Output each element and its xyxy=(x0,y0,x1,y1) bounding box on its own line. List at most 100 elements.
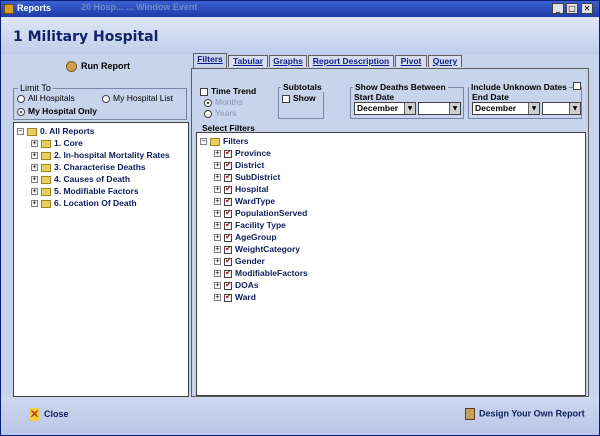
start-month-select[interactable]: December ▼ xyxy=(354,102,416,115)
expand-icon[interactable]: + xyxy=(214,162,221,170)
design-icon xyxy=(465,408,475,420)
radio-my-hospital-list[interactable]: My Hospital List xyxy=(102,93,173,103)
tree-root[interactable]: − 0. All Reports xyxy=(17,126,94,136)
minimize-button[interactable]: _ xyxy=(552,3,564,14)
expand-icon[interactable]: + xyxy=(31,200,38,208)
tab-report-description[interactable]: Report Description xyxy=(308,55,394,67)
filter-item[interactable]: + WardType xyxy=(214,196,275,206)
start-year-select[interactable]: ▼ xyxy=(418,102,461,115)
checked-checkbox-icon[interactable] xyxy=(224,208,232,218)
filter-item[interactable]: + WeightCategory xyxy=(214,244,300,254)
checked-checkbox-icon[interactable] xyxy=(224,196,232,206)
end-month-select[interactable]: December ▼ xyxy=(472,102,540,115)
collapse-icon[interactable]: − xyxy=(17,128,24,136)
filter-item[interactable]: + Province xyxy=(214,148,271,158)
filter-item[interactable]: + ModifiableFactors xyxy=(214,268,308,278)
limit-to-group: Limit To All Hospitals My Hospital List … xyxy=(13,83,187,120)
filter-item[interactable]: + SubDistrict xyxy=(214,172,280,182)
tree-item[interactable]: +4. Causes of Death xyxy=(31,174,130,184)
filter-item[interactable]: + PopulationServed xyxy=(214,208,307,218)
show-subtotals-checkbox[interactable]: Show xyxy=(282,93,316,103)
close-window-button[interactable]: ✕ xyxy=(581,3,593,14)
design-your-own-report-button[interactable]: Design Your Own Report xyxy=(465,408,585,420)
dropdown-arrow-icon[interactable]: ▼ xyxy=(528,103,539,114)
filter-item-label: WeightCategory xyxy=(235,244,301,254)
checked-checkbox-icon[interactable] xyxy=(224,184,232,194)
filter-item-label: Ward xyxy=(235,292,256,302)
expand-icon[interactable]: + xyxy=(31,140,38,148)
filter-item-label: PopulationServed xyxy=(235,208,308,218)
expand-icon[interactable]: + xyxy=(214,150,221,158)
tree-item[interactable]: +3. Characterise Deaths xyxy=(31,162,146,172)
radio-months[interactable]: Months xyxy=(204,97,243,107)
expand-icon[interactable]: + xyxy=(214,210,221,218)
maximize-button[interactable]: □ xyxy=(566,3,578,14)
tree-item[interactable]: +6. Location Of Death xyxy=(31,198,137,208)
end-year-select[interactable]: ▼ xyxy=(542,102,581,115)
folder-icon xyxy=(41,175,51,184)
collapse-icon[interactable]: − xyxy=(200,138,207,146)
tree-item[interactable]: +1. Core xyxy=(31,138,83,148)
title-bar[interactable]: Reports 20 Hosp... ... Window Event _ □ … xyxy=(1,1,599,17)
subtotals-label: Subtotals xyxy=(281,82,324,92)
expand-icon[interactable]: + xyxy=(214,246,221,254)
checked-checkbox-icon[interactable] xyxy=(224,292,232,302)
filter-tree-root[interactable]: − Filters xyxy=(200,136,249,146)
expand-icon[interactable]: + xyxy=(31,176,38,184)
checked-checkbox-icon[interactable] xyxy=(224,268,232,278)
dropdown-arrow-icon[interactable]: ▼ xyxy=(449,103,460,114)
expand-icon[interactable]: + xyxy=(214,222,221,230)
tab-pivot[interactable]: Pivot xyxy=(395,55,427,67)
checked-checkbox-icon[interactable] xyxy=(224,244,232,254)
tab-filters[interactable]: Filters xyxy=(193,53,227,68)
radio-years[interactable]: Years xyxy=(204,108,236,118)
filter-item[interactable]: + Facility Type xyxy=(214,220,286,230)
filter-item[interactable]: + AgeGroup xyxy=(214,232,277,242)
expand-icon[interactable]: + xyxy=(31,152,38,160)
dropdown-arrow-icon[interactable]: ▼ xyxy=(404,103,415,114)
run-icon xyxy=(66,61,77,73)
expand-icon[interactable]: + xyxy=(214,282,221,290)
radio-all-hospitals[interactable]: All Hospitals xyxy=(17,93,75,103)
filter-item[interactable]: + DOAs xyxy=(214,280,259,290)
tree-item[interactable]: +5. Modifiable Factors xyxy=(31,186,139,196)
checked-checkbox-icon[interactable] xyxy=(224,280,232,290)
close-label: Close xyxy=(44,408,69,419)
filter-item[interactable]: + Hospital xyxy=(214,184,269,194)
checked-checkbox-icon[interactable] xyxy=(224,256,232,266)
filter-item[interactable]: + District xyxy=(214,160,264,170)
years-label: Years xyxy=(215,108,237,118)
checked-checkbox-icon[interactable] xyxy=(224,232,232,242)
filter-item[interactable]: + Ward xyxy=(214,292,256,302)
end-month-value: December xyxy=(475,103,517,113)
tab-graphs[interactable]: Graphs xyxy=(269,55,307,67)
tab-query[interactable]: Query xyxy=(428,55,462,67)
tree-item[interactable]: +2. In-hospital Mortality Rates xyxy=(31,150,170,160)
checked-checkbox-icon[interactable] xyxy=(224,220,232,230)
dropdown-arrow-icon[interactable]: ▼ xyxy=(569,103,580,114)
expand-icon[interactable]: + xyxy=(31,188,38,196)
expand-icon[interactable]: + xyxy=(214,198,221,206)
radio-dot-icon xyxy=(102,94,110,103)
checked-checkbox-icon[interactable] xyxy=(224,160,232,170)
time-trend-checkbox[interactable]: Time Trend xyxy=(200,86,256,96)
checkbox-icon xyxy=(200,87,208,96)
expand-icon[interactable]: + xyxy=(214,294,221,302)
end-date-label: End Date xyxy=(472,92,509,102)
radio-my-hospital-only[interactable]: My Hospital Only xyxy=(17,106,97,116)
expand-icon[interactable]: + xyxy=(31,164,38,172)
checked-checkbox-icon[interactable] xyxy=(224,148,232,158)
expand-icon[interactable]: + xyxy=(214,258,221,266)
expand-icon[interactable]: + xyxy=(214,270,221,278)
filter-item[interactable]: + Gender xyxy=(214,256,265,266)
report-tree[interactable]: − 0. All Reports +1. Core +2. In-hospital… xyxy=(13,122,189,397)
filters-tree[interactable]: − Filters + Province + District + SubDistric… xyxy=(196,132,586,396)
expand-icon[interactable]: + xyxy=(214,174,221,182)
close-button[interactable]: ✕ Close xyxy=(29,408,69,421)
expand-icon[interactable]: + xyxy=(214,186,221,194)
tab-tabular[interactable]: Tabular xyxy=(228,55,268,67)
include-unknown-dates-checkbox[interactable] xyxy=(573,82,581,90)
checked-checkbox-icon[interactable] xyxy=(224,172,232,182)
run-report-button[interactable]: Run Report xyxy=(66,61,130,73)
expand-icon[interactable]: + xyxy=(214,234,221,242)
